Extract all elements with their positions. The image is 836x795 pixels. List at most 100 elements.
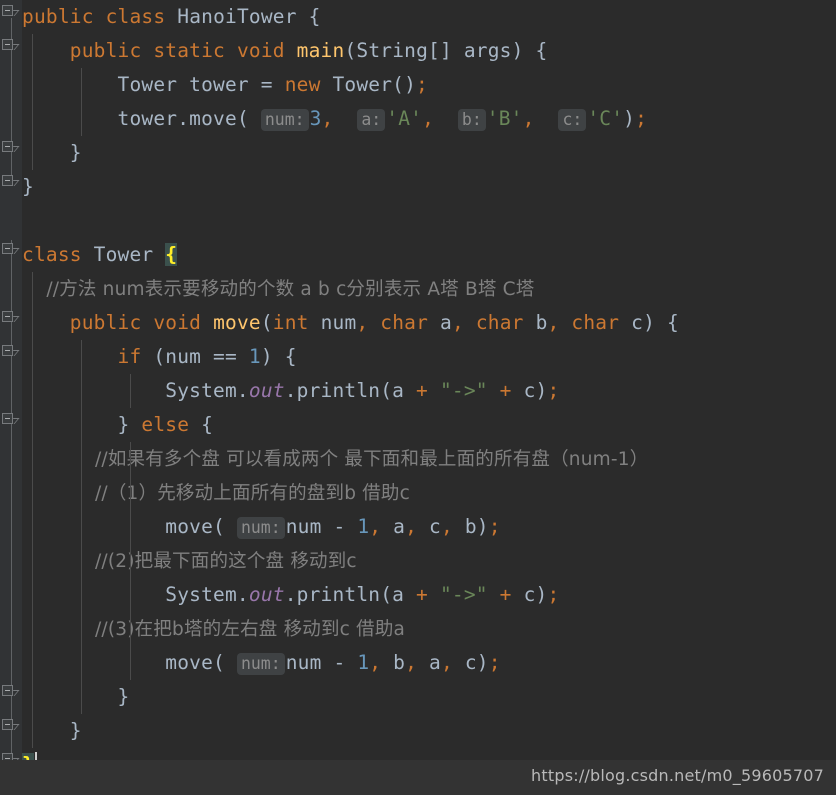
indent-guide [81,374,82,408]
indent-guide [130,374,131,408]
code-line-7-blank[interactable] [22,204,836,238]
token-method-move: move [165,651,214,674]
code-line-12[interactable]: System.out.println(a + "->" + c); [22,374,836,408]
token-keyword-if: if [117,345,142,368]
fold-marker-move-method[interactable] [2,309,20,324]
token-println: .println(a [284,379,417,402]
token-semicolon: ; [547,583,560,606]
token-signature: (String[] args) { [344,39,548,62]
code-line-1[interactable]: public class HanoiTower { [22,0,836,34]
indent-guide [81,680,82,714]
indent-guide [130,476,131,510]
token-keyword-class: class [105,5,166,28]
code-line-15[interactable]: //（1）先移动上面所有的盘到b 借助c [22,476,836,510]
code-line-19[interactable]: //(3)在把b塔的左右盘 移动到c 借助a [22,612,836,646]
fold-marker-class-tower[interactable] [2,241,20,256]
token-brace-close: } [22,685,130,708]
param-hint-num[interactable]: num: [236,653,285,675]
indent-guide [81,612,82,646]
token-comma: , [451,311,464,334]
token-paren-open: ( [213,651,237,674]
code-line-4[interactable]: tower.move( num: 3, a: 'A', b: 'B', c: 'C'); [22,102,836,136]
param-hint-num[interactable]: num: [260,109,309,131]
token-keyword-int: int [272,311,309,334]
token-semicolon: ; [488,515,501,538]
token-keyword-static: static [153,39,225,62]
token-arg-b: b) [452,515,489,538]
fold-marker-class-hanoitower[interactable] [2,3,20,18]
indent-guide [32,578,33,612]
fold-marker-main-method[interactable] [2,37,20,52]
token-keyword-char: char [475,311,524,334]
code-line-21[interactable]: } [22,680,836,714]
code-line-3[interactable]: Tower tower = new Tower(); [22,68,836,102]
token-brace-close: } [22,141,82,164]
token-type-hanoitower: HanoiTower [177,5,297,28]
token-comma: , [356,311,369,334]
token-arg-c: c) [511,379,548,402]
fold-marker-if-block[interactable] [2,343,20,358]
code-line-5[interactable]: } [22,136,836,170]
token-system: System. [22,583,249,606]
code-line-22[interactable]: } [22,714,836,748]
token-brace-close: } [22,719,82,742]
indent-guide [130,510,131,544]
fold-marker-main-end[interactable] [2,139,20,154]
editor-gutter[interactable] [0,0,22,795]
code-line-6[interactable]: } [22,170,836,204]
token-comma: , [440,651,453,674]
indent-guide [81,68,82,102]
code-line-13[interactable]: } else { [22,408,836,442]
fold-marker-else-block[interactable] [2,411,20,426]
code-line-14[interactable]: //如果有多个盘 可以看成两个 最下面和最上面的所有盘（num-1） [22,442,836,476]
indent-guide [32,544,33,578]
token-char-c: 'C' [587,107,624,130]
token-comma: , [405,651,418,674]
token-static-field-out: out [248,379,285,402]
token-number-1: 1 [357,651,370,674]
indent-guide [81,578,82,612]
token-paren-open: ( [236,107,261,130]
param-hint-c[interactable]: c: [558,109,587,131]
code-line-11[interactable]: if (num == 1) { [22,340,836,374]
indent-guide [130,544,131,578]
fold-marker-move-end[interactable] [2,717,20,732]
code-line-17[interactable]: //(2)把最下面的这个盘 移动到c [22,544,836,578]
code-editor[interactable]: public class HanoiTower { public static … [0,0,836,795]
param-hint-a[interactable]: a: [357,109,386,131]
code-line-18[interactable]: System.out.println(a + "->" + c); [22,578,836,612]
token-arg-c: c [417,515,441,538]
code-line-9[interactable]: //方法 num表示要移动的个数 a b c分别表示 A塔 B塔 C塔 [22,272,836,306]
indent-guide [32,510,33,544]
token-comma: , [321,107,334,130]
token-paren-close: ) [623,107,636,130]
token-param-c-end: c) { [619,311,679,334]
code-line-10[interactable]: public void move(int num, char a, char b… [22,306,836,340]
fold-marker-else-end[interactable] [2,683,20,698]
indent-guide [130,442,131,476]
code-line-2[interactable]: public static void main(String[] args) { [22,34,836,68]
token-char-a: 'A' [386,107,423,130]
code-line-20[interactable]: move( num: num - 1, b, a, c); [22,646,836,680]
code-content[interactable]: public class HanoiTower { public static … [22,0,836,795]
param-hint-num[interactable]: num: [236,517,285,539]
comment-method-description: //方法 num表示要移动的个数 a b c分别表示 A塔 B塔 C塔 [22,279,535,300]
code-line-8[interactable]: class Tower { [22,238,836,272]
token-comma: , [522,107,535,130]
fold-marker-hanoitower-end[interactable] [2,173,20,188]
indent-guide [32,68,33,102]
param-hint-b[interactable]: b: [457,109,486,131]
code-line-16[interactable]: move( num: num - 1, a, c, b); [22,510,836,544]
token-string-arrow: "->" [439,583,488,606]
